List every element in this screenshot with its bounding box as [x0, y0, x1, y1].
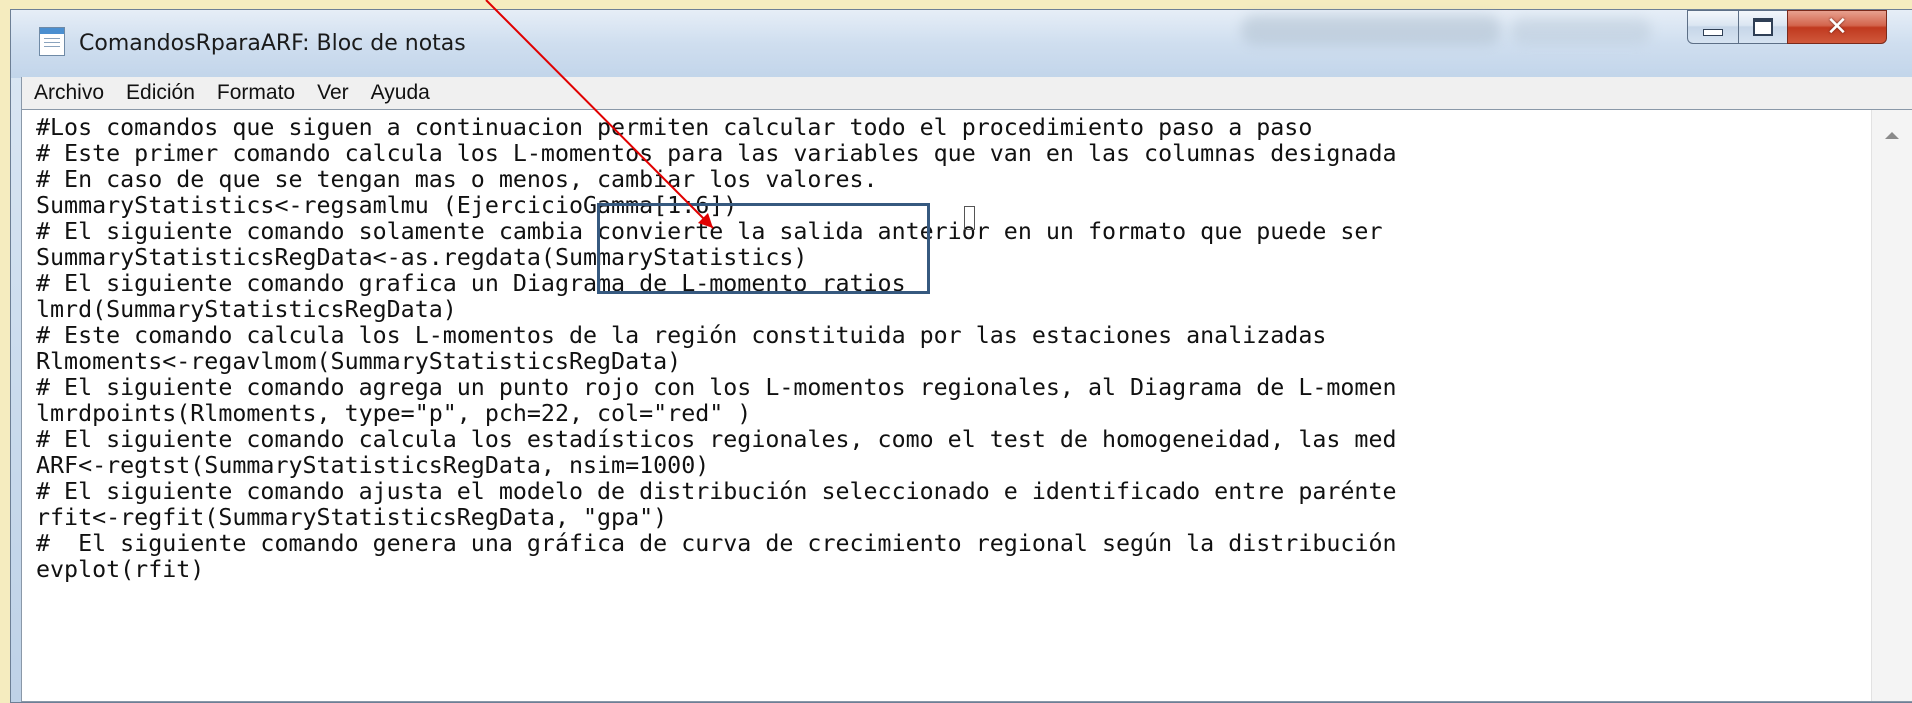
- annotation-arrow: [485, 0, 714, 229]
- arrow-line: [485, 0, 714, 229]
